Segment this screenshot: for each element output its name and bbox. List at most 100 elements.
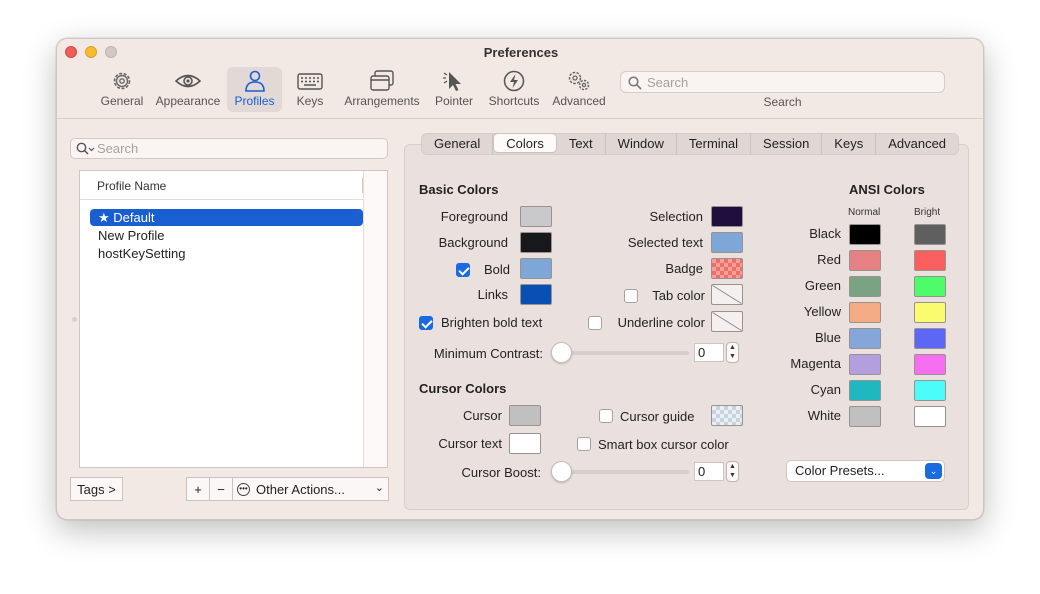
tab-keys[interactable]: Keys [822,134,877,154]
cursor-guide-checkbox[interactable] [599,409,613,423]
ansi-black-bright-well[interactable] [914,224,946,245]
ansi-red-normal-well[interactable] [849,250,881,271]
minimum-contrast-slider[interactable] [551,342,572,363]
search-filter-icon [76,142,95,155]
cursor-guide-label: Cursor guide [620,409,695,424]
toolbar-label: Arrangements [344,94,420,108]
selected-text-color-well[interactable] [711,232,743,253]
tab-color-checkbox[interactable] [624,289,638,303]
tab-terminal[interactable]: Terminal [677,134,752,154]
ansi-cyan-bright-well[interactable] [914,380,946,401]
ansi-black-label: Black [809,226,841,241]
ansi-blue-label: Blue [814,330,841,345]
remove-profile-button[interactable]: − [209,477,233,501]
tab-colors[interactable]: Colors [493,133,557,153]
toolbar: Preferences General Appearance Profiles [57,39,983,119]
color-presets-label: Color Presets... [795,463,885,478]
brighten-bold-checkbox[interactable] [419,316,433,330]
ansi-yellow-bright-well[interactable] [914,302,946,323]
selection-color-well[interactable] [711,206,743,227]
preferences-search-input[interactable] [647,74,937,90]
minimum-contrast-stepper[interactable]: ▲ ▼ [726,342,739,363]
minimum-contrast-field[interactable]: 0 [694,343,724,362]
ansi-green-normal-well[interactable] [849,276,881,297]
links-color-well[interactable] [520,284,552,305]
ansi-yellow-label: Yellow [803,304,841,319]
tab-window[interactable]: Window [606,134,677,154]
add-profile-button[interactable]: + [186,477,210,501]
ansi-bright-column-label: Bright [914,207,941,218]
toolbar-appearance[interactable]: Appearance [152,67,224,112]
smart-box-cursor-checkbox[interactable] [577,437,591,451]
toolbar-general[interactable]: General [97,67,147,112]
cursor-boost-track[interactable] [559,470,689,474]
toolbar-advanced[interactable]: Advanced [549,67,609,112]
profile-search[interactable] [70,138,388,159]
split-handle[interactable] [72,317,77,322]
ansi-yellow-normal-well[interactable] [849,302,881,323]
toolbar-arrangements[interactable]: Arrangements [341,67,423,112]
tab-general[interactable]: General [422,134,494,154]
ansi-black-normal-well[interactable] [849,224,881,245]
ansi-green-bright-well[interactable] [914,276,946,297]
bold-color-well[interactable] [520,258,552,279]
tab-advanced[interactable]: Advanced [876,134,958,154]
toolbar-label: Shortcuts [488,94,540,108]
tags-button[interactable]: Tags > [70,477,123,501]
toolbar-profiles[interactable]: Profiles [227,67,282,112]
cursor-boost-slider[interactable] [551,461,572,482]
profile-row-default[interactable]: ★ Default [90,209,363,226]
gears-icon [568,71,590,91]
minimum-contrast-label: Minimum Contrast: [433,346,543,361]
profile-tabs: General Colors Text Window Terminal Sess… [421,133,960,155]
brighten-bold-label: Brighten bold text [441,315,543,330]
background-color-well[interactable] [520,232,552,253]
cursor-boost-label: Cursor Boost: [461,465,541,480]
other-actions-menu[interactable]: ••• Other Actions... ⌄ [232,477,389,501]
preferences-search[interactable] [620,71,945,93]
tab-session[interactable]: Session [751,134,823,154]
badge-color-well[interactable] [711,258,743,279]
ansi-magenta-normal-well[interactable] [849,354,881,375]
ansi-white-normal-well[interactable] [849,406,881,427]
selected-text-label: Selected text [627,235,703,250]
cursor-boost-field[interactable]: 0 [694,462,724,481]
tab-color-well[interactable] [711,284,743,305]
cursor-text-color-well[interactable] [509,433,541,454]
profile-row-new-profile[interactable]: New Profile [90,227,363,244]
minimum-contrast-track[interactable] [559,351,689,355]
toolbar-pointer[interactable]: Pointer [431,67,477,112]
toolbar-shortcuts[interactable]: Shortcuts [485,67,543,112]
cursor-boost-stepper[interactable]: ▲ ▼ [726,461,739,482]
profile-row-hostkeysetting[interactable]: hostKeySetting [90,245,363,262]
cursor-label: Cursor [462,408,502,423]
ansi-cyan-normal-well[interactable] [849,380,881,401]
ansi-white-bright-well[interactable] [914,406,946,427]
toolbar-label: Advanced [552,94,606,108]
window-title: Preferences [483,45,559,60]
ansi-magenta-bright-well[interactable] [914,354,946,375]
ansi-blue-bright-well[interactable] [914,328,946,349]
basic-colors-heading: Basic Colors [419,182,499,197]
ansi-white-label: White [807,408,841,423]
profile-table-scrollbar[interactable] [363,171,387,467]
ansi-red-bright-well[interactable] [914,250,946,271]
ansi-blue-normal-well[interactable] [849,328,881,349]
toolbar-label: Appearance [155,94,221,108]
smart-box-cursor-label: Smart box cursor color [598,437,729,452]
tab-text[interactable]: Text [557,134,606,154]
profile-table-header[interactable]: Profile Name [80,171,363,200]
profile-search-input[interactable] [97,141,377,156]
cursor-guide-color-well[interactable] [711,405,743,426]
color-presets-menu[interactable]: Color Presets... ⌄ [786,460,945,482]
underline-color-well[interactable] [711,311,743,332]
underline-color-label: Underline color [617,315,705,330]
tab-color-label: Tab color [652,288,705,303]
toolbar-keys[interactable]: Keys [287,67,333,112]
cursor-color-well[interactable] [509,405,541,426]
cursor-colors-heading: Cursor Colors [419,381,507,396]
ansi-red-label: Red [817,252,841,267]
profile-table: Profile Name ★ Default New Profile hostK… [79,170,388,468]
foreground-color-well[interactable] [520,206,552,227]
underline-color-checkbox[interactable] [588,316,602,330]
